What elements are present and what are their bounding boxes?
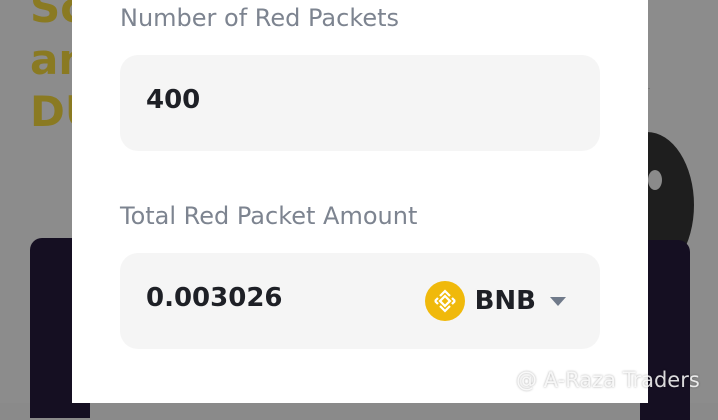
watermark-text: @ A-Raza Traders bbox=[516, 367, 700, 392]
packets-count-label: Number of Red Packets bbox=[120, 4, 400, 32]
total-amount-label: Total Red Packet Amount bbox=[120, 202, 418, 230]
red-packet-form-sheet: Number of Red Packets 400 Total Red Pack… bbox=[72, 0, 648, 403]
packets-count-input[interactable]: 400 bbox=[120, 55, 600, 151]
currency-selector[interactable]: BNB bbox=[424, 279, 566, 323]
chevron-down-icon bbox=[550, 296, 566, 306]
total-amount-value: 0.003026 bbox=[146, 283, 283, 313]
currency-label: BNB bbox=[474, 286, 536, 316]
diamond-logo-icon bbox=[484, 364, 510, 395]
watermark: @ A-Raza Traders bbox=[484, 364, 700, 395]
total-amount-input[interactable]: 0.003026 BNB bbox=[120, 253, 600, 349]
bnb-coin-icon bbox=[424, 281, 465, 321]
packets-count-value: 400 bbox=[146, 85, 201, 115]
background-avatar-dot bbox=[648, 170, 662, 190]
